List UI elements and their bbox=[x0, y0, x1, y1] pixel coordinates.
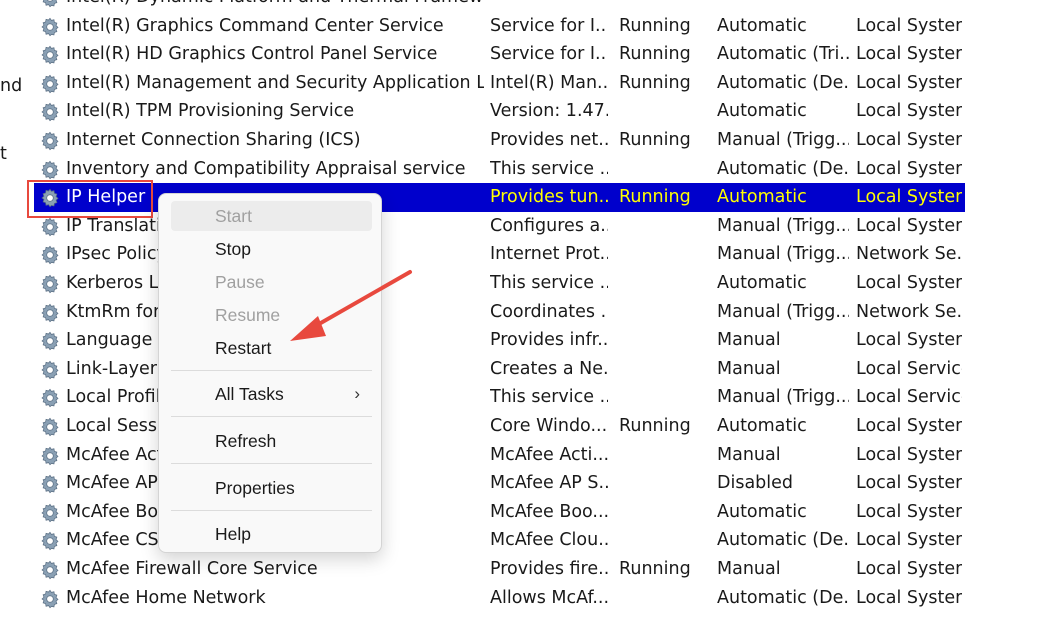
red-arrow-annotation bbox=[290, 270, 412, 341]
